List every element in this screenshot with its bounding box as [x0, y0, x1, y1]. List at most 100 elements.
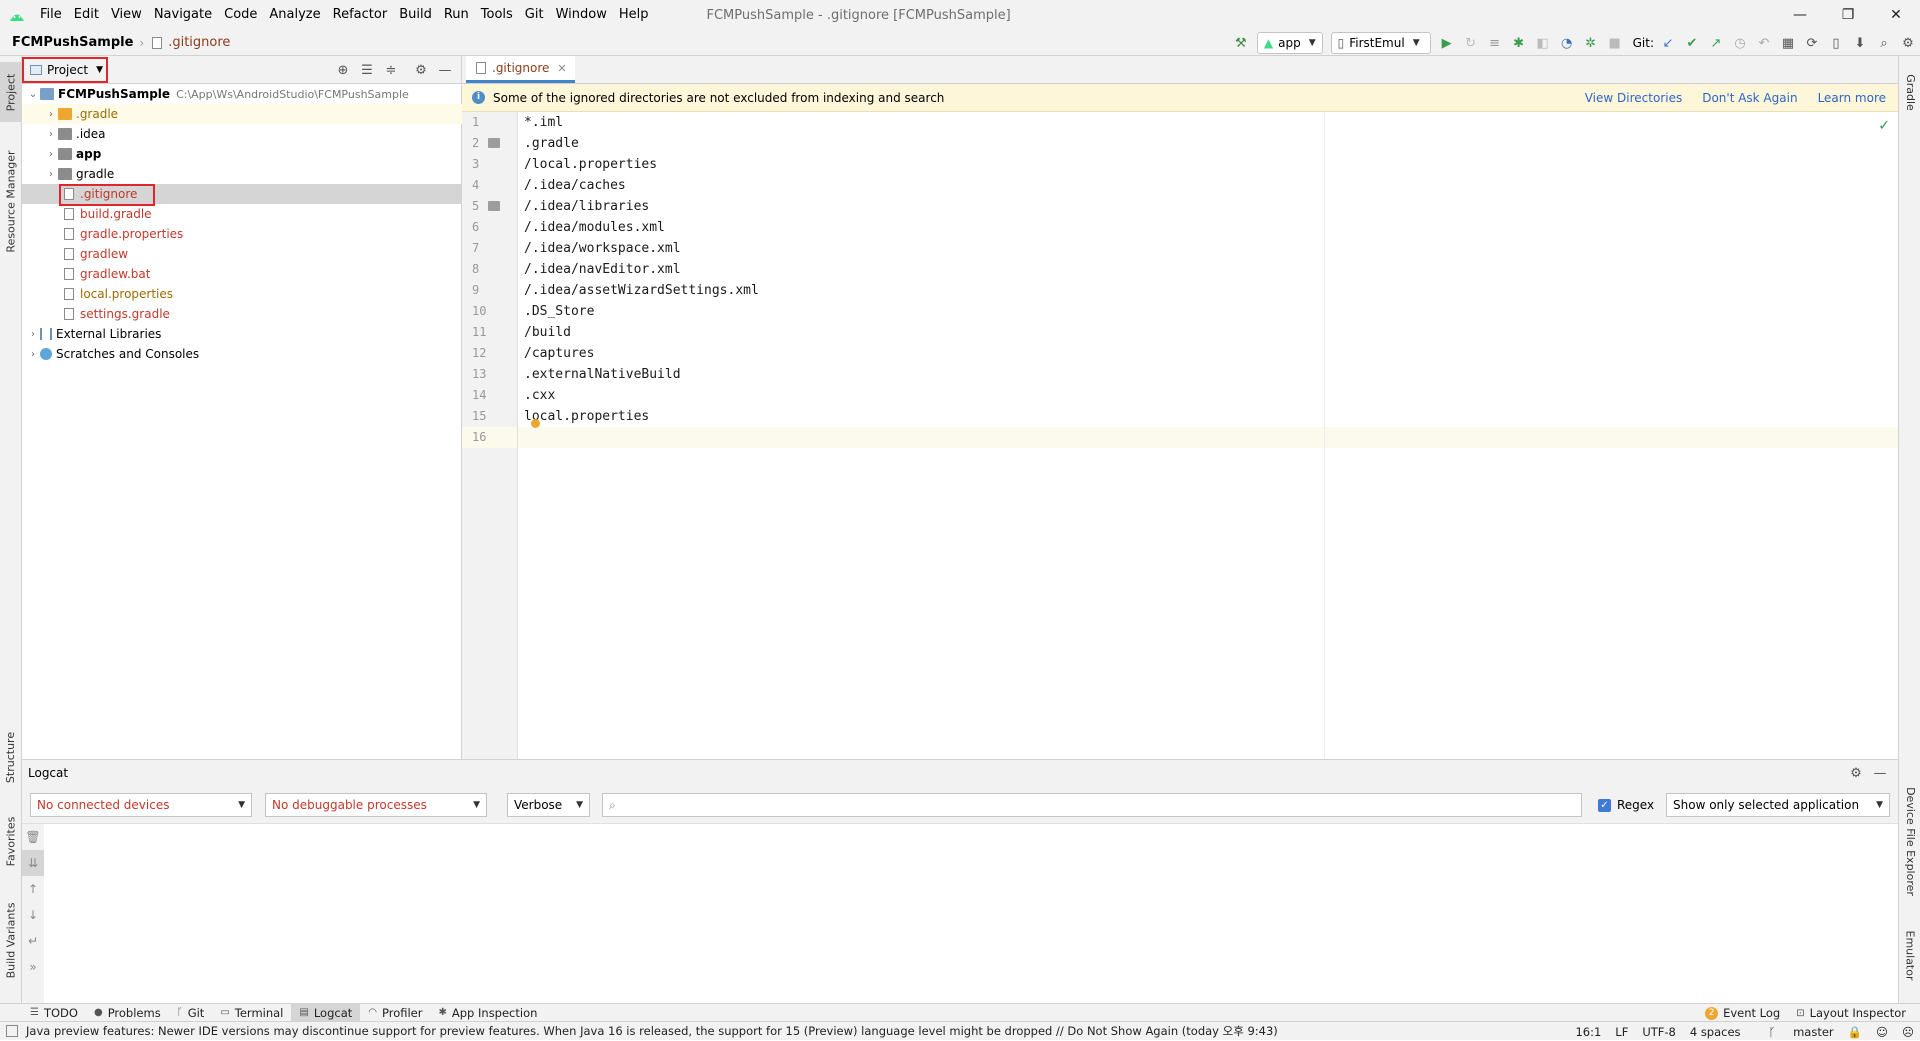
tool-tab-project[interactable]: Project [0, 62, 22, 122]
chevron-right-icon[interactable]: › [44, 129, 58, 140]
build-hammer-icon[interactable]: ⚒ [1229, 32, 1253, 54]
tree-item-build-gradle[interactable]: build.gradle [22, 204, 462, 224]
rerun-icon[interactable]: ↻ [1459, 32, 1483, 54]
chevron-right-icon[interactable]: › [26, 329, 40, 340]
tool-tab-resource-manager[interactable]: Resource Manager [0, 136, 22, 266]
tool-button-logcat[interactable]: ▤ Logcat [291, 1003, 361, 1022]
tool-tab-favorites[interactable]: Favorites [0, 806, 22, 876]
sad-face-icon[interactable]: ☹ [1902, 1025, 1914, 1039]
menu-code[interactable]: Code [218, 0, 263, 30]
tool-tab-structure[interactable]: Structure [0, 722, 22, 792]
caret-position[interactable]: 16:1 [1575, 1025, 1601, 1039]
arrow-down-icon[interactable]: ↓ [22, 902, 44, 928]
breadcrumb-file[interactable]: .gitignore [150, 35, 230, 50]
menu-edit[interactable]: Edit [68, 0, 105, 30]
menu-file[interactable]: File [34, 0, 68, 30]
arrow-up-icon[interactable]: ↑ [22, 876, 44, 902]
project-view-select[interactable]: Project ▼ [22, 57, 108, 83]
happy-face-icon[interactable]: ☺ [1876, 1025, 1888, 1039]
tool-button-todo[interactable]: ☰ TODO [22, 1004, 86, 1022]
tree-item-gradle-dir[interactable]: › .gradle [22, 104, 462, 124]
menu-run[interactable]: Run [438, 0, 475, 30]
tree-item-settings-gradle[interactable]: settings.gradle [22, 304, 462, 324]
learn-more-link[interactable]: Learn more [1818, 91, 1886, 105]
tool-tab-device-file-explorer[interactable]: Device File Explorer [1899, 776, 1920, 906]
run-icon[interactable]: ▶ [1435, 32, 1459, 54]
hide-panel-icon[interactable]: — [1868, 762, 1892, 784]
lock-icon[interactable]: 🔒 [1848, 1025, 1862, 1039]
tree-root[interactable]: ⌄ FCMPushSample C:\App\Ws\AndroidStudio\… [22, 84, 462, 104]
git-history-icon[interactable]: ◷ [1728, 32, 1752, 54]
tree-item-scratches[interactable]: › Scratches and Consoles [22, 344, 462, 364]
chevron-right-icon[interactable]: › [44, 149, 58, 160]
view-directories-link[interactable]: View Directories [1585, 91, 1682, 105]
expand-all-icon[interactable]: ☰ [355, 59, 379, 81]
project-structure-icon[interactable]: ▦ [1776, 32, 1800, 54]
menu-window[interactable]: Window [550, 0, 613, 30]
tree-item-gradle-properties[interactable]: gradle.properties [22, 224, 462, 244]
logcat-search-input[interactable]: ⌕ [602, 793, 1582, 817]
regex-checkbox[interactable]: ✓ Regex [1598, 798, 1654, 812]
line-separator[interactable]: LF [1615, 1025, 1628, 1039]
status-message[interactable]: Java preview features: Newer IDE version… [26, 1023, 1278, 1039]
restore-button[interactable]: ❐ [1824, 0, 1872, 30]
run-config-select[interactable]: ▲ app ▼ [1256, 32, 1323, 54]
trash-icon[interactable]: 🗑 [22, 824, 44, 850]
menu-git[interactable]: Git [519, 0, 550, 30]
scroll-to-end-icon[interactable]: ⇊ [22, 850, 44, 876]
file-encoding[interactable]: UTF-8 [1642, 1025, 1676, 1039]
chevron-right-icon[interactable]: › [26, 349, 40, 360]
menu-view[interactable]: View [105, 0, 148, 30]
inspection-ok-icon[interactable]: ✓ [1878, 118, 1890, 134]
git-branch-widget[interactable]: ᚴ master [1755, 1025, 1834, 1039]
git-push-icon[interactable]: ↗ [1704, 32, 1728, 54]
git-commit-icon[interactable]: ✔ [1680, 32, 1704, 54]
menu-analyze[interactable]: Analyze [263, 0, 326, 30]
sync-gradle-icon[interactable]: ⟳ [1800, 32, 1824, 54]
tree-item-idea[interactable]: › .idea [22, 124, 462, 144]
tree-item-gradle[interactable]: › gradle [22, 164, 462, 184]
process-filter-select[interactable]: No debuggable processes ▼ [265, 793, 487, 817]
intention-bulb-icon[interactable] [531, 419, 540, 428]
avd-manager-icon[interactable]: ▯ [1824, 32, 1848, 54]
tool-tab-build-variants[interactable]: Build Variants [0, 890, 22, 990]
indent-setting[interactable]: 4 spaces [1690, 1025, 1741, 1039]
minimize-button[interactable]: — [1776, 0, 1824, 30]
chevron-right-icon[interactable]: › [44, 109, 58, 120]
sdk-manager-icon[interactable]: ⬇ [1848, 32, 1872, 54]
gear-icon[interactable]: ⚙ [1844, 762, 1868, 784]
gear-icon[interactable]: ⚙ [409, 59, 433, 81]
profile-icon[interactable]: ◔ [1555, 32, 1579, 54]
close-tab-icon[interactable]: ✕ [557, 62, 566, 75]
menu-help[interactable]: Help [613, 0, 655, 30]
editor-tab-gitignore[interactable]: .gitignore ✕ [466, 56, 575, 83]
tree-item-gradlew[interactable]: gradlew [22, 244, 462, 264]
git-update-icon[interactable]: ↙ [1656, 32, 1680, 54]
close-window-button[interactable]: ✕ [1872, 0, 1920, 30]
coverage-icon[interactable]: ◧ [1531, 32, 1555, 54]
tree-item-local-properties[interactable]: local.properties [22, 284, 462, 304]
debug-icon[interactable]: ✱ [1507, 32, 1531, 54]
code-editor[interactable]: 1 2 3 4 5 6 7 8 9 10 11 12 13 14 15 16 *… [462, 112, 1898, 759]
git-rollback-icon[interactable]: ↶ [1752, 32, 1776, 54]
dont-ask-again-link[interactable]: Don't Ask Again [1702, 91, 1797, 105]
search-icon[interactable]: ⌕ [1872, 32, 1896, 54]
app-filter-select[interactable]: Show only selected application ▼ [1666, 793, 1890, 817]
device-filter-select[interactable]: No connected devices ▼ [30, 793, 252, 817]
tool-button-app-inspection[interactable]: ✱ App Inspection [431, 1004, 546, 1022]
locate-file-icon[interactable]: ⊕ [331, 59, 355, 81]
tree-item-external-libraries[interactable]: › External Libraries [22, 324, 462, 344]
menu-build[interactable]: Build [393, 0, 438, 30]
device-select[interactable]: ▯ FirstEmul ▼ [1330, 32, 1431, 54]
menu-tools[interactable]: Tools [475, 0, 519, 30]
log-level-select[interactable]: Verbose ▼ [507, 793, 590, 817]
settings-icon[interactable]: ⚙ [1896, 32, 1920, 54]
menu-refactor[interactable]: Refactor [327, 0, 394, 30]
menu-navigate[interactable]: Navigate [148, 0, 218, 30]
tool-button-terminal[interactable]: ▭ Terminal [212, 1004, 291, 1022]
tool-button-event-log[interactable]: 2 Event Log [1697, 1004, 1788, 1022]
chevron-down-icon[interactable]: ⌄ [26, 89, 40, 100]
attach-debugger-icon[interactable]: ✲ [1579, 32, 1603, 54]
hide-panel-icon[interactable]: — [433, 59, 457, 81]
collapse-all-icon[interactable]: ≑ [379, 59, 403, 81]
